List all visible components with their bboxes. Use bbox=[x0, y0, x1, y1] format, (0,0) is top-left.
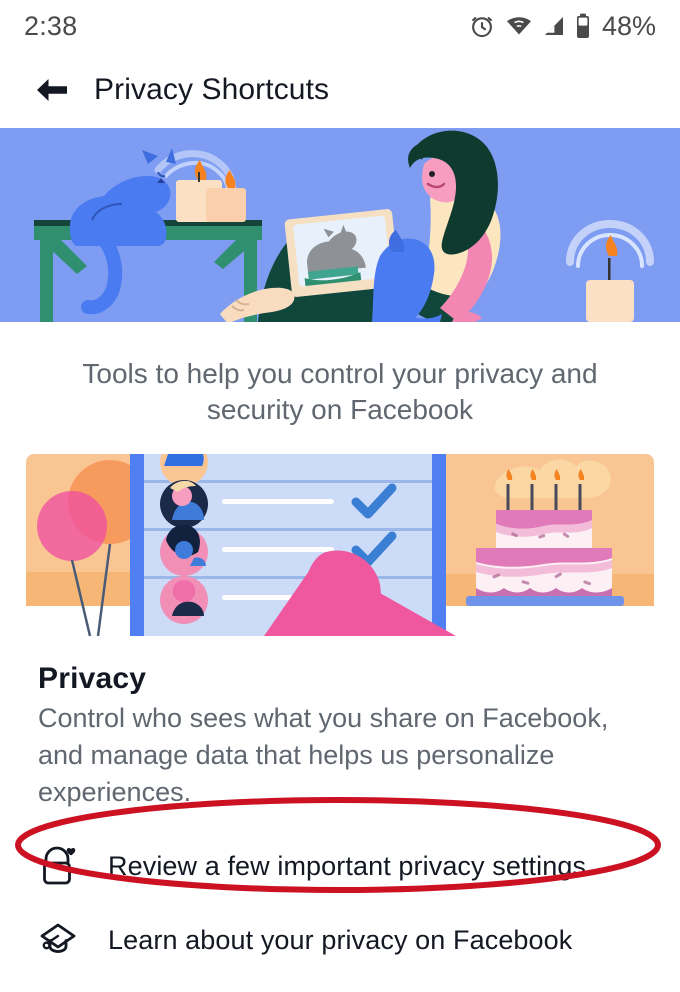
hero-illustration bbox=[0, 128, 680, 322]
phone-screen: 2:38 48% Privacy Shortcuts Tools to help… bbox=[0, 0, 680, 992]
page-title: Privacy Shortcuts bbox=[94, 73, 330, 106]
list-item-learn-about-privacy[interactable]: Learn about your privacy on Facebook bbox=[0, 903, 680, 977]
status-time: 2:38 bbox=[24, 10, 78, 41]
wifi-icon bbox=[505, 14, 533, 38]
privacy-section: Privacy Control who sees what you share … bbox=[0, 636, 680, 811]
section-description: Control who sees what you share on Faceb… bbox=[38, 703, 609, 807]
friends-list-panel bbox=[130, 454, 456, 636]
status-icons: 48% bbox=[468, 11, 656, 42]
avatar bbox=[160, 480, 208, 528]
avatar bbox=[160, 576, 208, 624]
shortcut-list: Review a few important privacy settings … bbox=[0, 829, 680, 977]
alarm-clock-icon bbox=[468, 12, 496, 40]
graduation-cap-icon bbox=[38, 917, 92, 963]
cellular-signal-icon bbox=[542, 14, 566, 38]
list-item-review-privacy-settings[interactable]: Review a few important privacy settings bbox=[0, 829, 680, 903]
section-title: Privacy bbox=[38, 662, 147, 695]
back-arrow-icon[interactable] bbox=[28, 67, 74, 113]
intro-text: Tools to help you control your privacy a… bbox=[82, 358, 598, 425]
status-bar: 2:38 48% bbox=[0, 0, 680, 52]
battery-percent-label: 48% bbox=[601, 10, 656, 41]
battery-icon bbox=[575, 13, 591, 39]
birthday-cake-card bbox=[446, 454, 654, 606]
list-item-label: Review a few important privacy settings bbox=[108, 850, 587, 881]
lock-heart-icon bbox=[38, 843, 92, 889]
app-bar: Privacy Shortcuts bbox=[0, 52, 680, 128]
list-item-label: Learn about your privacy on Facebook bbox=[108, 924, 573, 955]
privacy-checkup-illustration bbox=[26, 454, 654, 636]
